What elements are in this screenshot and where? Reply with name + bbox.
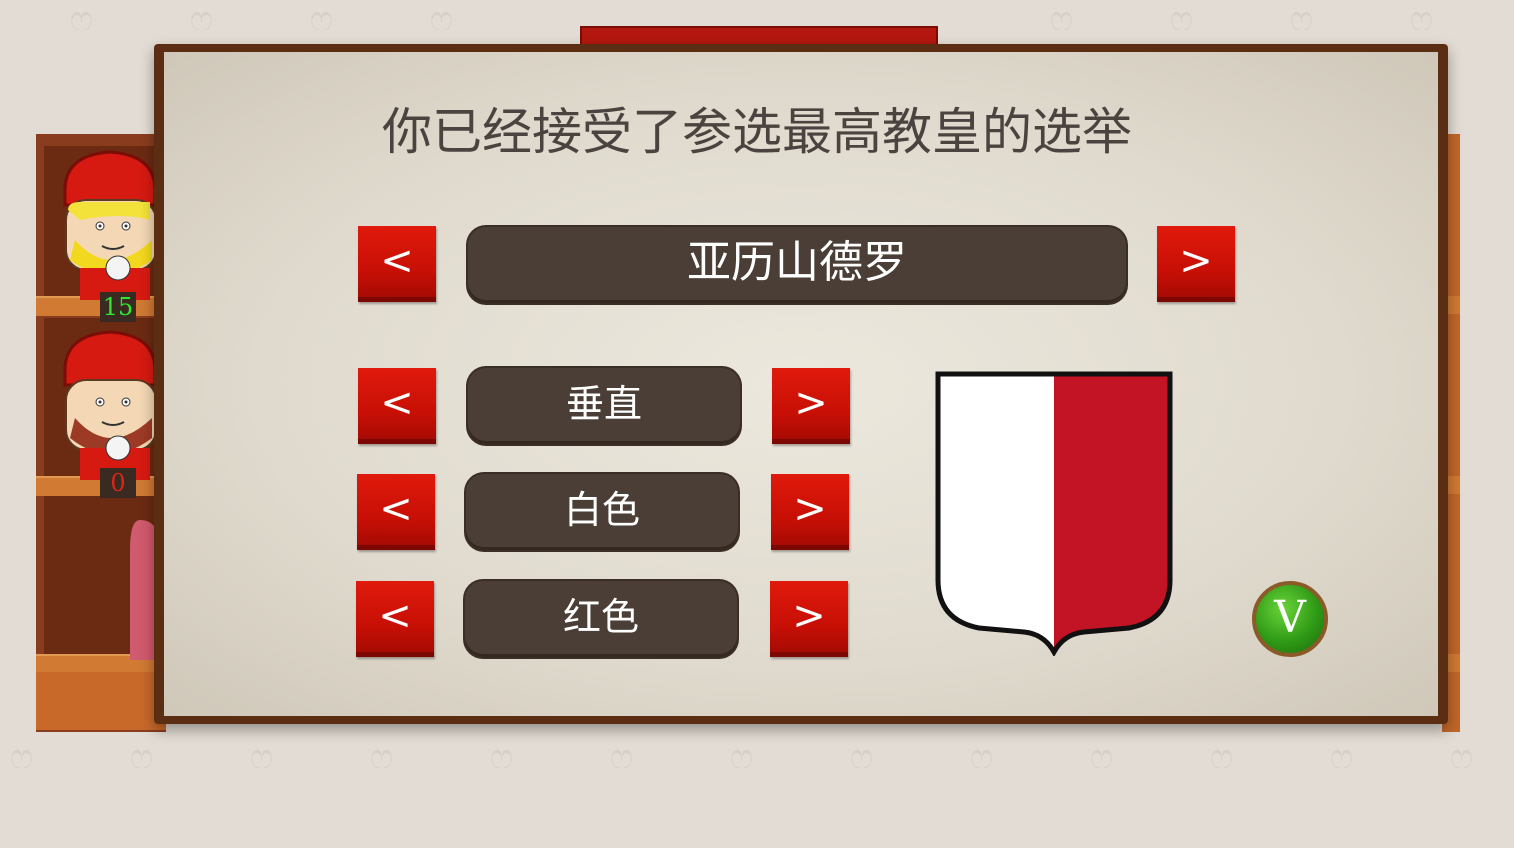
division-next-button[interactable]: > — [772, 368, 850, 444]
color2-next-button[interactable]: > — [770, 581, 848, 657]
name-prev-button[interactable]: < — [358, 226, 436, 302]
dialog-title: 你已经接受了参选最高教皇的选举 — [382, 103, 1132, 161]
shelf-base — [36, 672, 166, 730]
cardinal-avatar[interactable] — [60, 330, 160, 480]
candidate-name-display: 亚历山德罗 — [468, 227, 1126, 303]
division-selector[interactable]: 垂直 — [468, 368, 740, 444]
coat-of-arms-preview — [935, 371, 1173, 656]
color2-selector[interactable]: 红色 — [465, 581, 737, 657]
division-prev-button[interactable]: < — [358, 368, 436, 444]
color1-prev-button[interactable]: < — [357, 474, 435, 550]
confirm-button[interactable]: V — [1252, 581, 1328, 657]
cardinal-avatar[interactable] — [60, 150, 160, 300]
name-next-button[interactable]: > — [1157, 226, 1235, 302]
color1-selector[interactable]: 白色 — [466, 474, 738, 550]
color1-next-button[interactable]: > — [771, 474, 849, 550]
vote-count: 15 — [100, 292, 136, 322]
color2-prev-button[interactable]: < — [356, 581, 434, 657]
vote-count: 0 — [100, 468, 136, 498]
